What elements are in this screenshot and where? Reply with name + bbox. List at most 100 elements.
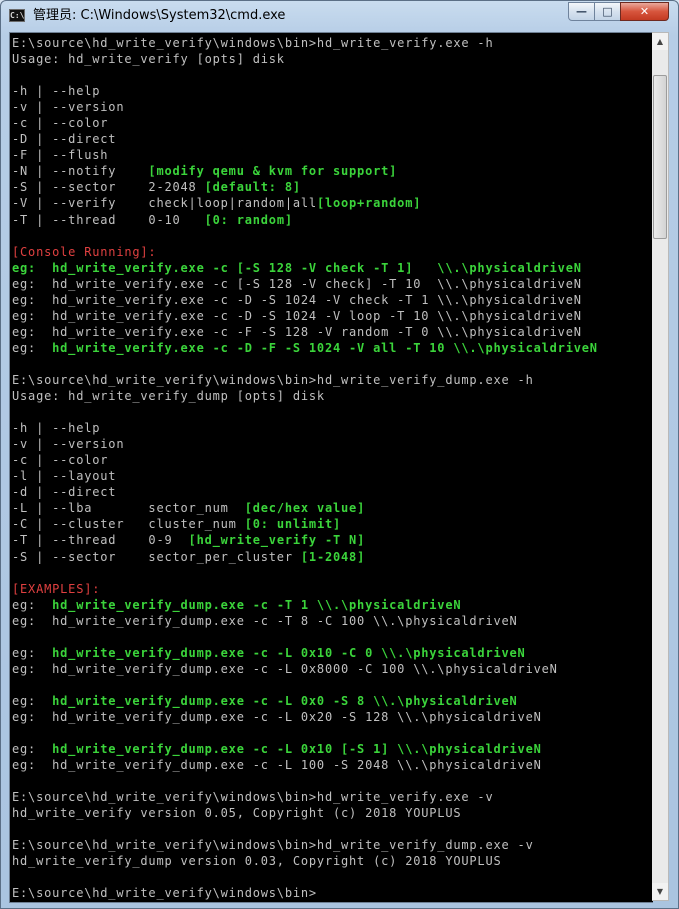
console-text-segment: -N | --notify bbox=[12, 164, 149, 179]
console-line: [EXAMPLES]: bbox=[12, 581, 598, 597]
console-text-segment: eg: bbox=[12, 645, 53, 660]
console-line: eg: hd_write_verify.exe -c -D -S 1024 -V… bbox=[12, 308, 598, 324]
console-text-segment: -S | --sector 2-2048 bbox=[12, 180, 205, 195]
console-text-segment: [modify qemu & kvm for support] bbox=[148, 164, 398, 179]
console-line: eg: hd_write_verify.exe -c -D -F -S 1024… bbox=[12, 340, 598, 356]
console-line: Usage: hd_write_verify_dump [opts] disk bbox=[12, 388, 598, 404]
vertical-scrollbar[interactable]: ▲ ▼ bbox=[652, 32, 669, 901]
console-line: eg: hd_write_verify_dump.exe -c -L 0x10 … bbox=[12, 645, 598, 661]
maximize-button[interactable]: □ bbox=[594, 2, 621, 21]
console-text-segment: eg: hd_write_verify.exe -c -D -S 1024 -V… bbox=[12, 308, 582, 323]
scroll-up-icon[interactable]: ▲ bbox=[652, 33, 668, 50]
console-line: E:\source\hd_write_verify\windows\bin>hd… bbox=[12, 789, 598, 805]
console-text-segment: eg: hd_write_verify_dump.exe -c -L 0x800… bbox=[12, 661, 558, 676]
console-line: -D | --direct bbox=[12, 131, 598, 147]
console-line: hd_write_verify_dump version 0.03, Copyr… bbox=[12, 853, 598, 869]
cmd-window: C:\ 管理员: C:\Windows\System32\cmd.exe — □… bbox=[0, 0, 679, 909]
console-text-segment: -F | --flush bbox=[12, 148, 109, 163]
console-line: -C | --cluster cluster_num [0: unlimit] bbox=[12, 516, 598, 532]
console-text-segment: eg: hd_write_verify.exe -c [-S 128 -V ch… bbox=[12, 276, 582, 291]
console-text-segment: -S | --sector sector_per_cluster bbox=[12, 549, 301, 564]
console-line: E:\source\hd_write_verify\windows\bin>hd… bbox=[12, 35, 598, 51]
console-line: -c | --color bbox=[12, 452, 598, 468]
console-line: eg: hd_write_verify_dump.exe -c -L 0x800… bbox=[12, 661, 598, 677]
console-line: eg: hd_write_verify.exe -c -F -S 128 -V … bbox=[12, 324, 598, 340]
console-text-segment: -v | --version bbox=[12, 100, 125, 115]
console-text-segment: [EXAMPLES]: bbox=[12, 581, 101, 596]
console-line: -T | --thread 0-9 [hd_write_verify -T N] bbox=[12, 532, 598, 548]
console-text-segment: hd_write_verify version 0.05, Copyright … bbox=[12, 806, 462, 821]
console-text-segment: -V | --verify check|loop|random|all bbox=[12, 196, 317, 211]
console-line: E:\source\hd_write_verify\windows\bin>hd… bbox=[12, 372, 598, 388]
cmd-app-icon[interactable]: C:\ bbox=[9, 9, 25, 22]
console-line: eg: hd_write_verify.exe -c -D -S 1024 -V… bbox=[12, 292, 598, 308]
console-text-segment: eg: hd_write_verify_dump.exe -c -L 100 -… bbox=[12, 758, 542, 773]
console-text-segment: hd_write_verify_dump version 0.03, Copyr… bbox=[12, 854, 502, 869]
console-text-segment: -c | --color bbox=[12, 116, 109, 131]
console-text-segment: [default: 8] bbox=[204, 180, 301, 195]
console-line: -h | --help bbox=[12, 420, 598, 436]
title-bar[interactable]: C:\ 管理员: C:\Windows\System32\cmd.exe — □… bbox=[1, 1, 678, 31]
console-line: -l | --layout bbox=[12, 468, 598, 484]
console-text-segment: -d | --direct bbox=[12, 485, 117, 500]
console-text-segment: hd_write_verify_dump.exe -c -L 0x0 -S 8 … bbox=[52, 693, 518, 708]
console-line: -v | --version bbox=[12, 436, 598, 452]
console-line: -S | --sector 2-2048 [default: 8] bbox=[12, 179, 598, 195]
console-text-segment: -c | --color bbox=[12, 453, 109, 468]
console-line: -F | --flush bbox=[12, 147, 598, 163]
console-text-segment: eg: hd_write_verify.exe -c -D -S 1024 -V… bbox=[12, 292, 582, 307]
scrollbar-thumb[interactable] bbox=[653, 75, 667, 239]
console-text-segment: eg: bbox=[12, 693, 53, 708]
console-text-segment: -C | --cluster cluster_num bbox=[12, 517, 245, 532]
console-text-segment: eg: hd_write_verify.exe -c -F -S 128 -V … bbox=[12, 324, 582, 339]
minimize-button[interactable]: — bbox=[568, 2, 595, 21]
console-line: -v | --version bbox=[12, 99, 598, 115]
console-text-segment: hd_write_verify_dump.exe -c -L 0x10 [-S … bbox=[52, 742, 542, 757]
console-line: eg: hd_write_verify_dump.exe -c -L 0x20 … bbox=[12, 709, 598, 725]
console-line: -S | --sector sector_per_cluster [1-2048… bbox=[12, 549, 598, 565]
console-line: -c | --color bbox=[12, 115, 598, 131]
console-line: Usage: hd_write_verify [opts] disk bbox=[12, 51, 598, 67]
console-text-segment: eg: bbox=[12, 597, 53, 612]
console-text-segment: eg: hd_write_verify_dump.exe -c -L 0x20 … bbox=[12, 709, 542, 724]
console-line: -N | --notify [modify qemu & kvm for sup… bbox=[12, 163, 598, 179]
scroll-down-icon[interactable]: ▼ bbox=[652, 883, 668, 900]
console-line: -V | --verify check|loop|random|all[loop… bbox=[12, 195, 598, 211]
console-text-segment: [0: unlimit] bbox=[244, 517, 342, 532]
console-text-segment: -L | --lba sector_num bbox=[12, 501, 245, 516]
console-text-segment: -h | --help bbox=[12, 84, 101, 99]
console-line: -h | --help bbox=[12, 83, 598, 99]
console-text-segment: -T | --thread 0-9 bbox=[12, 533, 189, 548]
console-text-segment: hd_write_verify_dump.exe -c -L 0x10 -C 0… bbox=[52, 645, 526, 660]
console-line: eg: hd_write_verify.exe -c [-S 128 -V ch… bbox=[12, 276, 598, 292]
console-text-segment: [1-2048] bbox=[300, 549, 366, 564]
console-text-segment: [loop+random] bbox=[316, 196, 422, 211]
console-text-segment: [hd_write_verify -T N] bbox=[188, 533, 366, 548]
console-text-segment: eg: hd_write_verify_dump.exe -c -T 8 -C … bbox=[12, 613, 518, 628]
console-line: eg: hd_write_verify.exe -c [-S 128 -V ch… bbox=[12, 260, 598, 276]
console-text-segment: E:\source\hd_write_verify\windows\bin>hd… bbox=[12, 36, 494, 50]
console-text-segment: -h | --help bbox=[12, 421, 101, 436]
console-text-segment: eg: bbox=[12, 340, 53, 355]
console-text: E:\source\hd_write_verify\windows\bin> hd… bbox=[12, 35, 598, 902]
console-text-segment: [0: random] bbox=[204, 212, 293, 227]
console-text-segment: E:\source\hd_write_verify\windows\bin>hd… bbox=[12, 790, 494, 805]
close-button[interactable]: ✕ bbox=[620, 2, 669, 21]
console-text-segment: hd_write_verify.exe -c -D -F -S 1024 -V … bbox=[52, 340, 598, 355]
console-output[interactable]: E:\source\hd_write_verify\windows\bin> hd… bbox=[9, 32, 653, 903]
console-text-segment: E:\source\hd_write_verify\windows\bin>hd… bbox=[12, 372, 534, 387]
console-text-segment: hd_write_verify_dump.exe -c -T 1 \\.\phy… bbox=[52, 597, 462, 612]
console-line: eg: hd_write_verify_dump.exe -c -T 8 -C … bbox=[12, 613, 598, 629]
console-line: eg: hd_write_verify_dump.exe -c -T 1 \\.… bbox=[12, 597, 598, 613]
console-text-segment: -D | --direct bbox=[12, 132, 117, 147]
console-line: eg: hd_write_verify_dump.exe -c -L 0x0 -… bbox=[12, 693, 598, 709]
